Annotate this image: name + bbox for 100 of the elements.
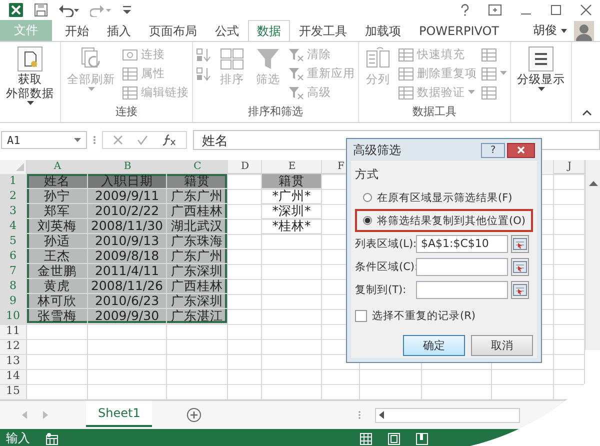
table-icon — [398, 66, 414, 80]
close-button[interactable] — [507, 142, 535, 158]
table-icon — [122, 66, 138, 80]
range-picker-button[interactable] — [511, 258, 529, 276]
add-sheet-icon[interactable] — [186, 407, 202, 423]
ribbon-options-icon[interactable] — [488, 4, 502, 16]
customize-toolbar-icon[interactable] — [122, 4, 132, 16]
table-cell: 2010/6/23 — [88, 294, 167, 309]
ribbon-tab[interactable]: 公式 — [206, 20, 248, 41]
column-header[interactable]: B — [88, 160, 167, 174]
row-header[interactable]: 2 — [0, 189, 27, 204]
row-header[interactable]: 12 — [0, 339, 27, 354]
table-cell: 孙适 — [27, 234, 88, 249]
table-cell: *广州* — [262, 189, 322, 204]
macro-record-icon[interactable] — [46, 432, 58, 444]
maximize-icon[interactable] — [550, 4, 562, 16]
table-icon — [481, 48, 497, 62]
scroll-up-icon[interactable] — [588, 180, 598, 186]
input-field[interactable] — [416, 280, 508, 298]
input-field[interactable]: $A$1:$C$10 — [416, 234, 508, 252]
sort-icon — [219, 46, 245, 72]
row-header[interactable]: 8 — [0, 279, 27, 294]
undo-icon[interactable] — [58, 3, 80, 17]
checkbox-option[interactable]: 选择不重复的记录(R) — [355, 309, 533, 323]
row-header[interactable]: 13 — [0, 354, 27, 369]
collapse-ribbon-icon[interactable] — [582, 109, 592, 116]
ribbon-tab[interactable]: 开发工具 — [290, 20, 356, 41]
sheet-tab[interactable]: Sheet1 — [86, 401, 152, 427]
help-button[interactable]: ? — [481, 142, 505, 158]
row-header[interactable]: 4 — [0, 219, 27, 234]
radio-option[interactable]: 在原有区域显示筛选结果(F) — [355, 186, 533, 209]
table-cell: 入职日期 — [88, 174, 167, 189]
group-label: 数据工具 — [412, 104, 458, 120]
row-header[interactable]: 5 — [0, 234, 27, 249]
row-header[interactable]: 6 — [0, 249, 27, 264]
avatar-icon[interactable] — [574, 20, 594, 40]
row-header[interactable]: 1 — [0, 174, 27, 189]
table-cell: 广东湛江 — [167, 309, 228, 324]
radio-button[interactable] — [363, 216, 372, 225]
row-header[interactable]: 3 — [0, 204, 27, 219]
dialog-button[interactable]: 确定 — [403, 335, 465, 356]
ribbon-tab[interactable]: 加载项 — [356, 20, 410, 41]
table-icon — [481, 66, 497, 80]
page-layout-view-icon[interactable] — [388, 432, 400, 444]
table-cell: 2010/9/13 — [88, 234, 167, 249]
dropdown-arrow-icon — [74, 138, 81, 142]
checkbox[interactable] — [355, 310, 367, 322]
filter-icon — [288, 86, 304, 100]
row-header[interactable]: 14 — [0, 369, 27, 384]
outline-icon — [528, 46, 554, 72]
horizontal-scrollbar[interactable] — [375, 408, 520, 422]
radio-button[interactable] — [363, 193, 372, 202]
name-box[interactable]: A1 — [1, 131, 87, 149]
row-header[interactable]: 9 — [0, 294, 27, 309]
ribbon-tab[interactable]: 插入 — [98, 20, 140, 41]
column-header[interactable]: D — [228, 160, 262, 174]
vertical-scrollbar[interactable] — [585, 160, 600, 350]
table-cell: 黄虎 — [27, 279, 88, 294]
table-cell: 2009/9/11 — [88, 189, 167, 204]
row-header[interactable]: 7 — [0, 264, 27, 279]
table-cell: 姓名 — [27, 174, 88, 189]
check-icon[interactable] — [137, 135, 148, 145]
ribbon-button[interactable]: 获取 外部数据 — [3, 44, 57, 122]
row-header[interactable]: 15 — [0, 384, 27, 399]
ribbon-button[interactable]: 分级显示 — [514, 44, 568, 122]
radio-option[interactable]: 将筛选结果复制到其他位置(O) — [355, 209, 533, 232]
table-cell: 2010/2/22 — [88, 204, 167, 219]
range-picker-button[interactable] — [511, 280, 529, 298]
column-header[interactable]: A — [27, 160, 88, 174]
table-cell: 2008/11/26 — [88, 279, 167, 294]
dropdown-arrow-icon[interactable] — [560, 28, 568, 34]
funnel-icon — [255, 46, 281, 72]
drag-handle-icon[interactable] — [93, 135, 96, 145]
table-cell: 刘英梅 — [27, 219, 88, 234]
row-header[interactable]: 11 — [0, 324, 27, 339]
close-icon[interactable] — [580, 4, 592, 16]
help-icon[interactable] — [460, 4, 470, 16]
range-picker-button[interactable] — [511, 234, 529, 252]
ribbon-tab[interactable]: 开始 — [56, 20, 98, 41]
page-break-view-icon[interactable] — [416, 432, 428, 444]
table-cell: 籍贯 — [167, 174, 228, 189]
ribbon-tab[interactable]: 数据 — [248, 20, 290, 41]
ribbon-tab[interactable]: POWERPIVOT — [410, 20, 508, 41]
normal-view-icon[interactable] — [360, 432, 372, 444]
table-cell: 湖北武汉 — [167, 219, 228, 234]
splitter-icon[interactable] — [358, 410, 361, 420]
insert-function-icon[interactable] — [162, 134, 176, 146]
column-header[interactable]: C — [167, 160, 228, 174]
user-name[interactable]: 胡俊 — [533, 22, 557, 39]
input-field[interactable] — [416, 258, 508, 276]
dialog-button[interactable]: 取消 — [471, 335, 533, 356]
sort-descending-icon — [196, 66, 212, 80]
scroll-left-icon[interactable] — [379, 411, 385, 419]
close-icon — [517, 146, 525, 154]
document-icon — [17, 46, 43, 72]
table-cell: 广西桂林 — [167, 279, 228, 294]
save-icon[interactable] — [34, 3, 48, 17]
row-header[interactable]: 10 — [0, 309, 27, 324]
filter-icon — [288, 66, 304, 80]
ribbon-tab[interactable]: 页面布局 — [140, 20, 206, 41]
